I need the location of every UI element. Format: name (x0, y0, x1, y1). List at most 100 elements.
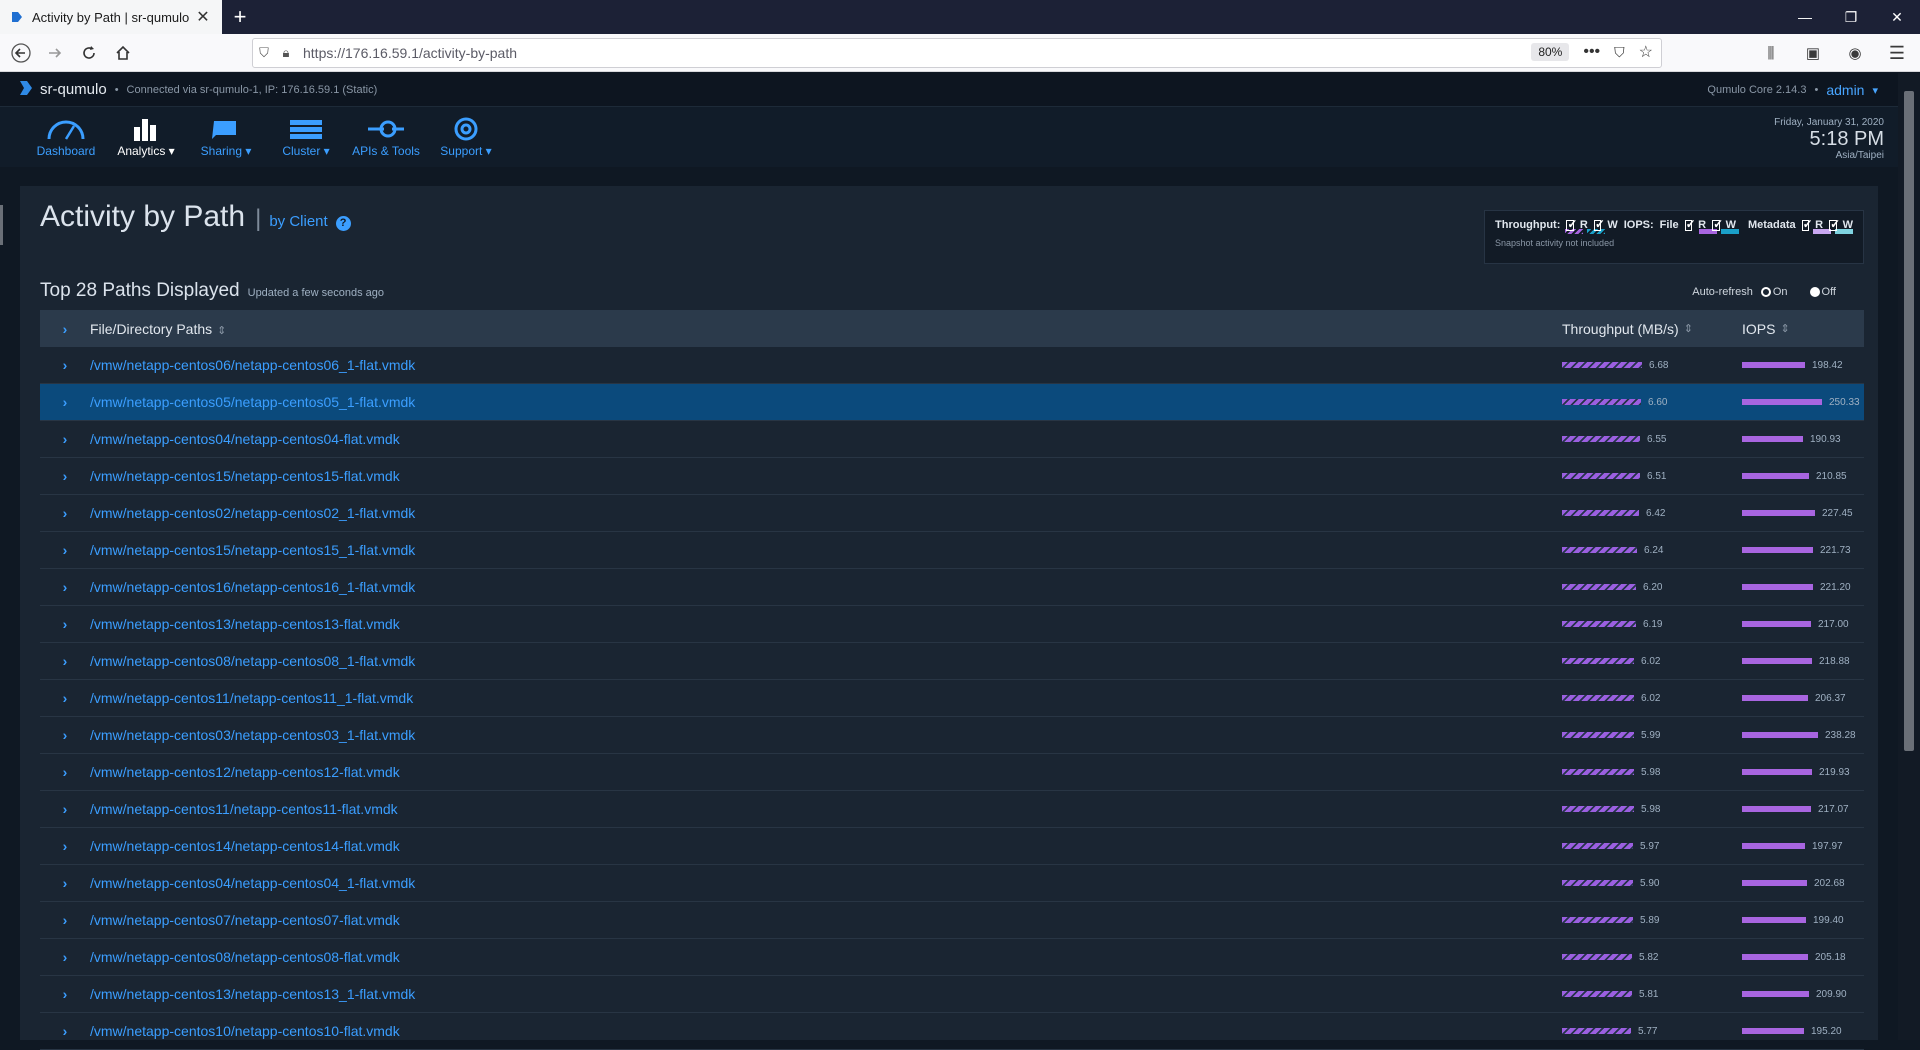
iops-file-read-checkbox[interactable] (1684, 217, 1695, 231)
path-column-header[interactable]: File/Directory Paths ⇕ (90, 321, 1562, 337)
table-row[interactable]: ›/vmw/netapp-centos03/netapp-centos03_1-… (40, 717, 1864, 754)
nav-sharing[interactable]: Sharing ▾ (186, 107, 266, 167)
expand-row-icon[interactable]: › (40, 912, 90, 928)
expand-row-icon[interactable]: › (40, 986, 90, 1002)
path-link[interactable]: /vmw/netapp-centos02/netapp-centos02_1-f… (90, 505, 1562, 521)
reload-icon[interactable] (72, 38, 106, 68)
pocket-icon[interactable]: ⛉ (1614, 44, 1625, 61)
table-row[interactable]: ›/vmw/netapp-centos04/netapp-centos04-fl… (40, 421, 1864, 458)
table-row[interactable]: ›/vmw/netapp-centos14/netapp-centos14-fl… (40, 828, 1864, 865)
expand-row-icon[interactable]: › (40, 801, 90, 817)
sort-icon[interactable]: ⇕ (217, 325, 226, 337)
table-row[interactable]: ›/vmw/netapp-centos11/netapp-centos11-fl… (40, 791, 1864, 828)
admin-menu[interactable]: admin (1826, 82, 1864, 98)
iops-metadata-write-checkbox[interactable] (1829, 217, 1839, 231)
expand-row-icon[interactable]: › (40, 357, 90, 373)
forward-icon[interactable] (38, 38, 72, 68)
path-link[interactable]: /vmw/netapp-centos03/netapp-centos03_1-f… (90, 727, 1562, 743)
table-row[interactable]: ›/vmw/netapp-centos10/netapp-centos10-fl… (40, 1013, 1864, 1050)
expand-row-icon[interactable]: › (40, 690, 90, 706)
nav-cluster[interactable]: Cluster ▾ (266, 107, 346, 167)
expand-row-icon[interactable]: › (40, 838, 90, 854)
iops-metadata-read-checkbox[interactable] (1801, 217, 1812, 231)
expand-row-icon[interactable]: › (40, 579, 90, 595)
table-row[interactable]: ›/vmw/netapp-centos12/netapp-centos12-fl… (40, 754, 1864, 791)
path-link[interactable]: /vmw/netapp-centos04/netapp-centos04-fla… (90, 431, 1562, 447)
home-icon[interactable] (106, 38, 140, 68)
path-link[interactable]: /vmw/netapp-centos05/netapp-centos05_1-f… (90, 394, 1562, 410)
back-icon[interactable] (4, 38, 38, 68)
table-row[interactable]: ›/vmw/netapp-centos06/netapp-centos06_1-… (40, 347, 1864, 384)
path-link[interactable]: /vmw/netapp-centos08/netapp-centos08_1-f… (90, 653, 1562, 669)
table-row[interactable]: ›/vmw/netapp-centos05/netapp-centos05_1-… (40, 384, 1864, 421)
close-window-icon[interactable]: ✕ (1874, 0, 1920, 34)
table-row[interactable]: ›/vmw/netapp-centos15/netapp-centos15_1-… (40, 532, 1864, 569)
expand-row-icon[interactable]: › (40, 394, 90, 410)
path-link[interactable]: /vmw/netapp-centos11/netapp-centos11_1-f… (90, 690, 1562, 706)
path-link[interactable]: /vmw/netapp-centos11/netapp-centos11-fla… (90, 801, 1562, 817)
path-link[interactable]: /vmw/netapp-centos12/netapp-centos12-fla… (90, 764, 1562, 780)
shield-icon[interactable]: ⛉ (253, 45, 275, 61)
path-link[interactable]: /vmw/netapp-centos10/netapp-centos10-fla… (90, 1023, 1562, 1039)
table-row[interactable]: ›/vmw/netapp-centos16/netapp-centos16_1-… (40, 569, 1864, 606)
path-link[interactable]: /vmw/netapp-centos15/netapp-centos15-fla… (90, 468, 1562, 484)
table-row[interactable]: ›/vmw/netapp-centos04/netapp-centos04_1-… (40, 865, 1864, 902)
expand-row-icon[interactable]: › (40, 1023, 90, 1039)
new-tab-icon[interactable]: + (222, 0, 258, 34)
page-actions-icon[interactable]: ••• (1583, 43, 1600, 61)
menu-icon[interactable]: ☰ (1880, 38, 1914, 68)
library-icon[interactable]: ⫼ (1754, 38, 1788, 68)
auto-refresh-on-radio[interactable]: On (1760, 286, 1788, 298)
path-link[interactable]: /vmw/netapp-centos04/netapp-centos04_1-f… (90, 875, 1562, 891)
expand-row-icon[interactable]: › (40, 653, 90, 669)
expand-row-icon[interactable]: › (40, 949, 90, 965)
address-bar[interactable]: ⛉ 🔒︎ https://176.16.59.1/activity-by-pat… (252, 38, 1662, 68)
path-link[interactable]: /vmw/netapp-centos14/netapp-centos14-fla… (90, 838, 1562, 854)
expand-row-icon[interactable]: › (40, 431, 90, 447)
path-link[interactable]: /vmw/netapp-centos15/netapp-centos15_1-f… (90, 542, 1562, 558)
expand-row-icon[interactable]: › (40, 616, 90, 632)
bookmark-star-icon[interactable]: ☆ (1639, 42, 1653, 62)
throughput-read-checkbox[interactable] (1566, 217, 1577, 231)
sort-icon[interactable]: ⇕ (1684, 322, 1693, 335)
cluster-name[interactable]: sr-qumulo (40, 81, 107, 98)
page-scrollbar[interactable] (1898, 73, 1920, 1040)
expand-row-icon[interactable]: › (40, 468, 90, 484)
table-row[interactable]: ›/vmw/netapp-centos08/netapp-centos08_1-… (40, 643, 1864, 680)
expand-row-icon[interactable]: › (40, 542, 90, 558)
expand-all-icon[interactable]: › (40, 321, 90, 337)
expand-row-icon[interactable]: › (40, 875, 90, 891)
zoom-level[interactable]: 80% (1531, 43, 1570, 61)
nav-apis-tools[interactable]: APIs & Tools (346, 107, 426, 167)
url-text[interactable]: https://176.16.59.1/activity-by-path (303, 45, 517, 61)
table-row[interactable]: ›/vmw/netapp-centos13/netapp-centos13_1-… (40, 976, 1864, 1013)
by-client-link[interactable]: by Client (269, 213, 327, 230)
path-link[interactable]: /vmw/netapp-centos13/netapp-centos13_1-f… (90, 986, 1562, 1002)
throughput-column-header[interactable]: Throughput (MB/s) ⇕ (1562, 321, 1742, 337)
table-row[interactable]: ›/vmw/netapp-centos11/netapp-centos11_1-… (40, 680, 1864, 717)
auto-refresh-off-radio[interactable]: Off (1809, 286, 1836, 298)
nav-analytics[interactable]: Analytics ▾ (106, 107, 186, 167)
path-link[interactable]: /vmw/netapp-centos06/netapp-centos06_1-f… (90, 357, 1562, 373)
help-icon[interactable]: ? (335, 216, 351, 231)
path-link[interactable]: /vmw/netapp-centos07/netapp-centos07-fla… (90, 912, 1562, 928)
nav-support[interactable]: Support ▾ (426, 107, 506, 167)
table-row[interactable]: ›/vmw/netapp-centos15/netapp-centos15-fl… (40, 458, 1864, 495)
throughput-write-checkbox[interactable] (1593, 217, 1604, 231)
table-row[interactable]: ›/vmw/netapp-centos08/netapp-centos08-fl… (40, 939, 1864, 976)
iops-file-write-checkbox[interactable] (1712, 217, 1722, 231)
expand-row-icon[interactable]: › (40, 727, 90, 743)
table-row[interactable]: ›/vmw/netapp-centos13/netapp-centos13-fl… (40, 606, 1864, 643)
minimize-icon[interactable]: — (1782, 0, 1828, 34)
expand-row-icon[interactable]: › (40, 764, 90, 780)
scrollbar-thumb[interactable] (1904, 91, 1914, 751)
insecure-lock-icon[interactable]: 🔒︎ (275, 45, 297, 61)
path-link[interactable]: /vmw/netapp-centos13/netapp-centos13-fla… (90, 616, 1562, 632)
path-link[interactable]: /vmw/netapp-centos16/netapp-centos16_1-f… (90, 579, 1562, 595)
nav-dashboard[interactable]: Dashboard (26, 107, 106, 167)
restore-icon[interactable]: ❐ (1828, 0, 1874, 34)
browser-tab[interactable]: Activity by Path | sr-qumulo ✕ (0, 0, 222, 34)
close-tab-icon[interactable]: ✕ (194, 7, 212, 27)
table-row[interactable]: ›/vmw/netapp-centos02/netapp-centos02_1-… (40, 495, 1864, 532)
sort-icon[interactable]: ⇕ (1780, 322, 1789, 335)
